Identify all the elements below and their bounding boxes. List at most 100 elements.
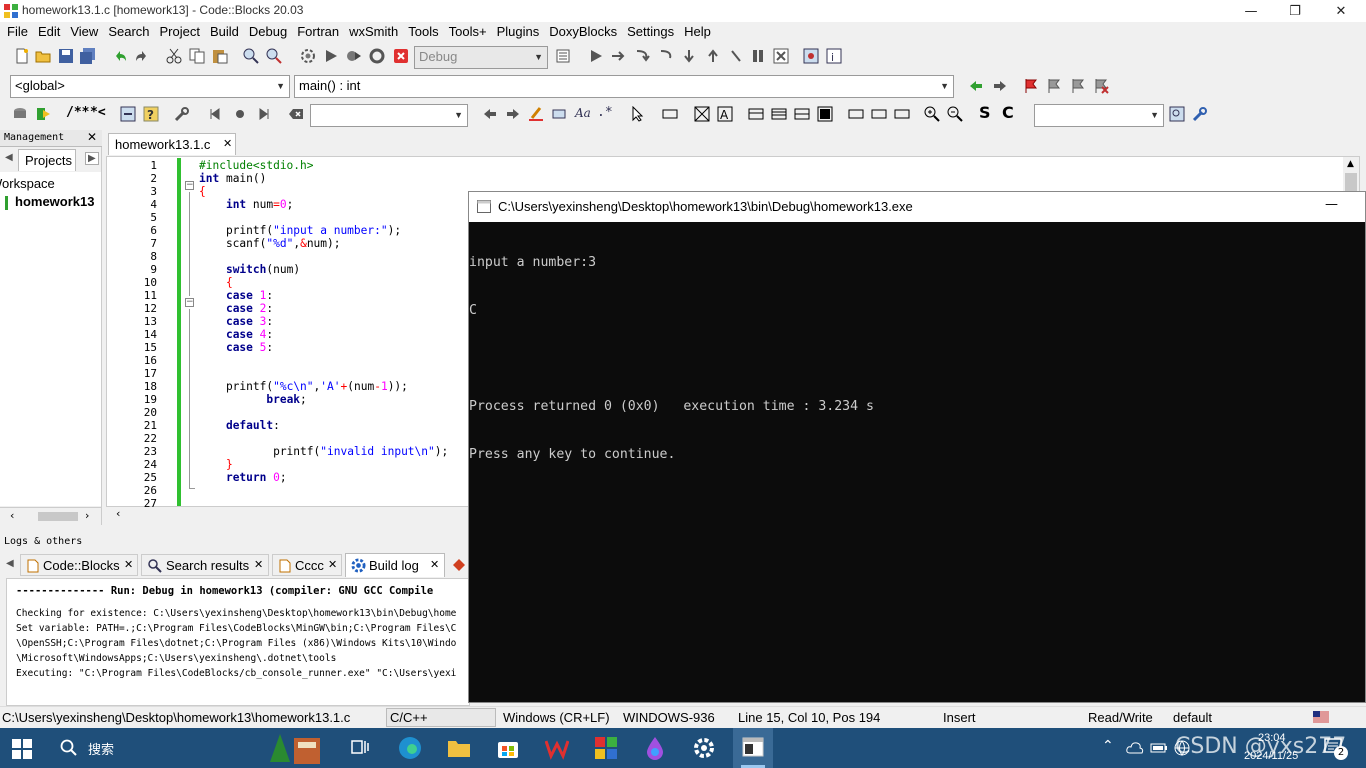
christmas-tree-icon[interactable] — [268, 732, 324, 766]
log-tab-close-button[interactable]: ✕ — [328, 558, 337, 571]
editor-tab[interactable]: homework13.1.c ✕ — [108, 133, 236, 155]
rebuild-icon[interactable] — [369, 48, 385, 64]
clock-time[interactable]: 23:04 — [1258, 732, 1286, 744]
log-tab-build-log[interactable]: Build log ✕ — [345, 553, 445, 577]
scroll-thumb[interactable] — [38, 512, 78, 521]
tab-scroll-left-icon[interactable]: ◀ — [5, 152, 13, 163]
tab-scroll-right-icon[interactable]: ▶ — [85, 152, 99, 165]
settings-wrench-icon[interactable] — [1192, 106, 1208, 122]
build-file-icon[interactable] — [35, 106, 51, 122]
find-icon[interactable] — [243, 48, 259, 64]
box-3-icon[interactable] — [894, 106, 910, 122]
box-2-icon[interactable] — [871, 106, 887, 122]
select-text-icon[interactable] — [551, 106, 567, 122]
close-button[interactable]: ✕ — [1318, 0, 1364, 22]
taskbar-search-label[interactable]: 搜索 — [88, 739, 114, 758]
menu-plugins[interactable]: Plugins — [492, 22, 545, 42]
pointer-icon[interactable] — [630, 106, 646, 122]
wps-office-icon[interactable] — [545, 736, 569, 760]
clock-date[interactable]: 2024/11/25 — [1244, 750, 1298, 762]
box-1-icon[interactable] — [848, 106, 864, 122]
stop-debug-icon[interactable] — [773, 48, 789, 64]
scroll-up-icon[interactable]: ▲ — [1347, 159, 1354, 169]
menu-view[interactable]: View — [65, 22, 103, 42]
tree-project-homework13[interactable]: homework13 — [15, 194, 94, 209]
log-tab-close-button[interactable]: ✕ — [124, 558, 133, 571]
replace-icon[interactable] — [266, 48, 282, 64]
search-go-icon[interactable] — [1169, 106, 1185, 122]
fold-marker-icon[interactable]: − — [185, 181, 194, 190]
find-next-icon[interactable] — [505, 106, 521, 122]
build-target-select[interactable]: Debug ▼ — [414, 46, 548, 69]
menu-file[interactable]: File — [2, 22, 33, 42]
scroll-right-arrow-icon[interactable]: › — [85, 509, 89, 522]
menu-tools-plus[interactable]: Tools+ — [444, 22, 492, 42]
abort-icon[interactable] — [393, 48, 409, 64]
highlight-icon[interactable] — [528, 106, 544, 122]
tree-hscrollbar[interactable]: ‹ › — [0, 507, 101, 524]
log-tab-cccc[interactable]: Cccc ✕ — [272, 554, 342, 576]
image-frame-icon[interactable] — [694, 106, 710, 122]
console-title-bar[interactable]: C:\Users\yexinsheng\Desktop\homework13\b… — [469, 192, 1365, 222]
log-tab-codeblocks[interactable]: Code::Blocks ✕ — [20, 554, 138, 576]
toggle-bookmark-icon[interactable] — [1023, 78, 1039, 94]
layout-4-icon[interactable] — [817, 106, 833, 122]
tray-chevron-icon[interactable]: ⌃ — [1102, 738, 1114, 754]
prev-bookmark-icon[interactable] — [1046, 78, 1062, 94]
console-minimize-button[interactable]: — — [1325, 197, 1338, 212]
debug-windows-icon[interactable] — [803, 48, 819, 64]
next-line-icon[interactable] — [634, 48, 650, 64]
comment-block-button[interactable]: /** — [66, 105, 89, 120]
rect-shape-icon[interactable] — [662, 106, 678, 122]
match-case-icon[interactable]: Aa — [575, 106, 591, 120]
log-tab-close-button[interactable]: ✕ — [430, 558, 439, 571]
save-all-icon[interactable] — [80, 48, 96, 64]
redo-icon[interactable] — [134, 48, 150, 64]
menu-debug[interactable]: Debug — [244, 22, 292, 42]
menu-wxsmith[interactable]: wxSmith — [344, 22, 403, 42]
diamond-icon[interactable] — [452, 558, 466, 572]
wrench-icon[interactable] — [174, 106, 190, 122]
menu-search[interactable]: Search — [103, 22, 154, 42]
help-question-icon[interactable]: ? — [143, 106, 159, 122]
cloud-icon[interactable] — [1126, 741, 1144, 755]
build-log-output[interactable]: -------------- Run: Debug in homework13 … — [6, 578, 470, 706]
step-into-icon[interactable] — [681, 48, 697, 64]
pause-icon[interactable] — [750, 48, 766, 64]
doxywizard-icon[interactable] — [120, 106, 136, 122]
new-file-icon[interactable] — [14, 48, 30, 64]
log-tab-search-results[interactable]: Search results ✕ — [141, 554, 269, 576]
run-to-cursor-icon[interactable] — [610, 48, 626, 64]
logs-tab-scroll-left-icon[interactable]: ◀ — [6, 558, 14, 569]
step-out-icon[interactable] — [705, 48, 721, 64]
regex-icon[interactable]: .* — [597, 105, 613, 120]
store-icon[interactable] — [496, 736, 520, 760]
menu-help[interactable]: Help — [679, 22, 716, 42]
jump-forward-icon[interactable] — [992, 78, 1008, 94]
windows-start-icon[interactable] — [12, 739, 32, 759]
zoom-in-icon[interactable] — [924, 106, 940, 122]
task-view-icon[interactable] — [350, 737, 370, 757]
jump-back-icon[interactable] — [968, 78, 984, 94]
layout-1-icon[interactable] — [748, 106, 764, 122]
tab-projects[interactable]: Projects — [18, 149, 76, 171]
settings-gear-icon[interactable] — [692, 736, 716, 760]
cut-icon[interactable] — [166, 48, 182, 64]
secondary-search-combo[interactable]: ▼ — [1034, 104, 1164, 127]
scope-select[interactable]: <global> ▼ — [10, 75, 290, 98]
menu-edit[interactable]: Edit — [33, 22, 65, 42]
paste-icon[interactable] — [212, 48, 228, 64]
editor-tab-close-button[interactable]: ✕ — [223, 137, 232, 150]
scroll-left-arrow-icon[interactable]: ‹ — [10, 509, 14, 522]
search-icon[interactable] — [60, 739, 78, 757]
tree-workspace[interactable]: Workspace — [0, 176, 55, 191]
editor-hscrollbar[interactable]: ‹ — [106, 507, 486, 523]
text-frame-icon[interactable]: A — [717, 106, 733, 122]
battery-icon[interactable] — [1150, 741, 1168, 755]
search-combo[interactable]: ▼ — [310, 104, 468, 127]
menu-settings[interactable]: Settings — [622, 22, 679, 42]
debug-start-icon[interactable] — [588, 48, 604, 64]
comment-line-button[interactable]: *< — [90, 105, 106, 120]
menu-project[interactable]: Project — [155, 22, 205, 42]
active-console-task[interactable] — [733, 728, 773, 768]
